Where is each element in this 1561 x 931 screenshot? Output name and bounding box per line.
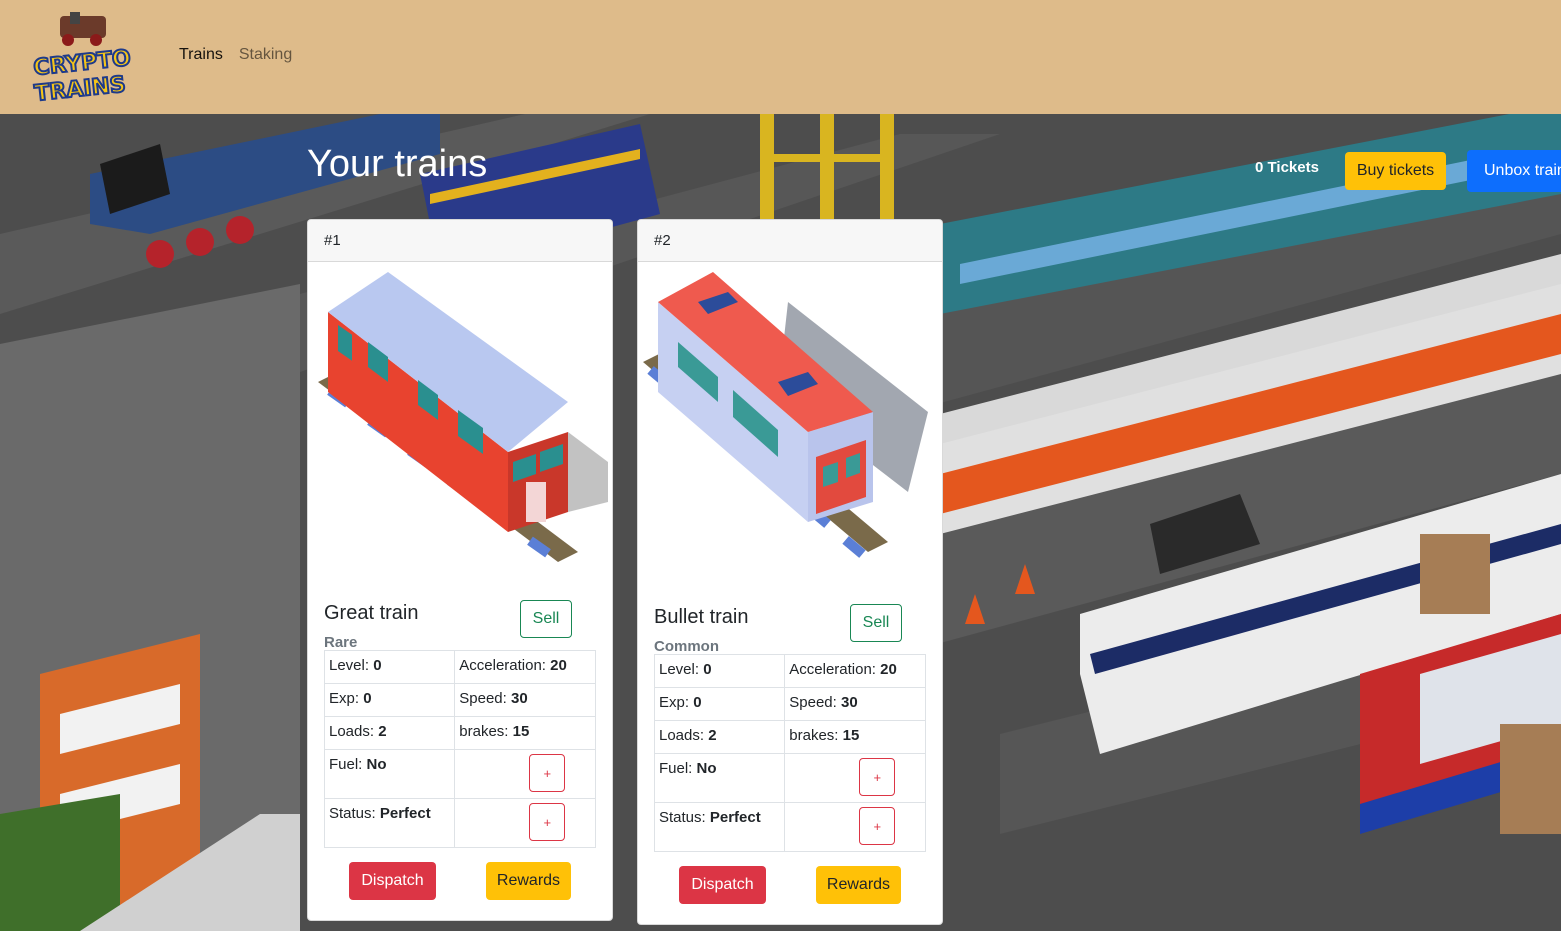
add-fuel-button[interactable]: + xyxy=(529,754,566,792)
train-rarity: Common xyxy=(654,638,719,655)
nav-link-staking[interactable]: Staking xyxy=(239,46,292,64)
train-rarity: Rare xyxy=(324,634,358,651)
train-card-body: Bullet train Common Sell Level: 0 Accele… xyxy=(638,592,942,924)
stat-acceleration: Acceleration: 20 xyxy=(454,650,596,684)
stat-fuel: Fuel: No xyxy=(653,753,786,803)
train-name: Bullet train xyxy=(654,606,749,628)
crypto-trains-logo[interactable]: CRYPTO TRAINS xyxy=(30,12,134,108)
stat-loads: Loads: 2 xyxy=(323,716,456,750)
repair-button[interactable]: + xyxy=(529,803,566,841)
stat-fuel: Fuel: No xyxy=(323,749,456,799)
stat-loads: Loads: 2 xyxy=(653,720,786,754)
train-stats-table: Level: 0 Acceleration: 20 Exp: 0 Speed: … xyxy=(323,650,596,848)
sell-button[interactable]: Sell xyxy=(520,600,572,638)
train-image-great-train xyxy=(308,262,612,592)
page-title: Your trains xyxy=(307,143,488,185)
nav-link-trains[interactable]: Trains xyxy=(179,46,223,64)
nav-links: Trains Staking xyxy=(179,46,292,64)
train-card-1: #1 Great train Rare Sell Level: 0 Accele… xyxy=(307,219,613,921)
train-card-2: #2 Bullet train Common Sell Level: 0 Acc… xyxy=(637,219,943,925)
stat-speed: Speed: 30 xyxy=(454,683,596,717)
repair-button[interactable]: + xyxy=(859,807,896,845)
navbar: CRYPTO TRAINS Trains Staking xyxy=(0,0,1561,114)
stat-status: Status: Perfect xyxy=(323,798,456,848)
tickets-count: 0 Tickets xyxy=(1255,159,1319,176)
sell-button[interactable]: Sell xyxy=(850,604,902,642)
stat-acceleration: Acceleration: 20 xyxy=(784,654,926,688)
stat-exp: Exp: 0 xyxy=(653,687,786,721)
stat-level: Level: 0 xyxy=(653,654,786,688)
stat-level: Level: 0 xyxy=(323,650,456,684)
buy-tickets-button[interactable]: Buy tickets xyxy=(1345,152,1446,190)
dispatch-button[interactable]: Dispatch xyxy=(679,866,766,904)
stat-exp: Exp: 0 xyxy=(323,683,456,717)
stat-brakes: brakes: 15 xyxy=(784,720,926,754)
rewards-button[interactable]: Rewards xyxy=(486,862,571,900)
stat-status: Status: Perfect xyxy=(653,802,786,852)
unbox-train-button[interactable]: Unbox train xyxy=(1467,150,1561,192)
train-card-id: #2 xyxy=(638,220,942,262)
stat-brakes: brakes: 15 xyxy=(454,716,596,750)
train-card-body: Great train Rare Sell Level: 0 Accelerat… xyxy=(308,592,612,920)
train-stats-table: Level: 0 Acceleration: 20 Exp: 0 Speed: … xyxy=(653,654,926,852)
dispatch-button[interactable]: Dispatch xyxy=(349,862,436,900)
rewards-button[interactable]: Rewards xyxy=(816,866,901,904)
train-name: Great train xyxy=(324,602,419,624)
train-card-id: #1 xyxy=(308,220,612,262)
stat-speed: Speed: 30 xyxy=(784,687,926,721)
train-image-bullet-train xyxy=(638,262,942,592)
add-fuel-button[interactable]: + xyxy=(859,758,896,796)
